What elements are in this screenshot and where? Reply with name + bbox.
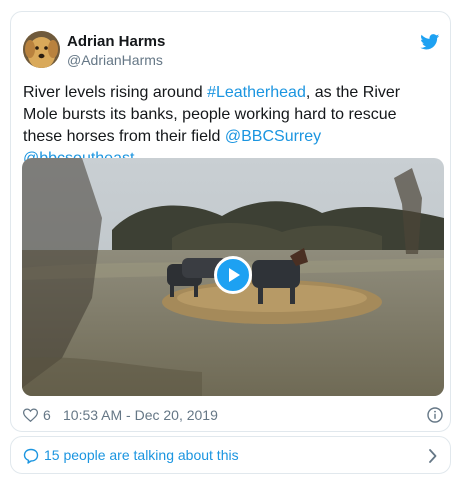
- conversation-link[interactable]: 15 people are talking about this: [10, 436, 451, 474]
- tweet-text-part: River levels rising around: [23, 84, 208, 101]
- play-icon: [229, 268, 240, 282]
- tweet-text: River levels rising around #Leatherhead,…: [23, 82, 433, 170]
- twitter-bird-icon[interactable]: [420, 34, 440, 50]
- author-handle[interactable]: @AdrianHarms: [67, 52, 163, 68]
- like-count[interactable]: 6: [43, 407, 51, 423]
- info-icon[interactable]: [427, 407, 443, 423]
- chevron-right-icon[interactable]: [428, 449, 437, 463]
- heart-icon[interactable]: [23, 408, 38, 422]
- avatar-dog-image: [23, 31, 60, 68]
- tweet-timestamp[interactable]: 10:53 AM - Dec 20, 2019: [63, 407, 218, 423]
- avatar[interactable]: [23, 31, 60, 68]
- mention-link-bbcsurrey[interactable]: @BBCSurrey: [225, 128, 321, 145]
- conversation-label[interactable]: 15 people are talking about this: [44, 447, 239, 463]
- speech-bubble-icon: [23, 448, 39, 464]
- tweet-card: Adrian Harms @AdrianHarms River levels r…: [10, 11, 451, 432]
- hashtag-link[interactable]: #Leatherhead: [207, 84, 306, 101]
- play-button[interactable]: [214, 256, 252, 294]
- author-name[interactable]: Adrian Harms: [67, 33, 165, 50]
- tweet-meta: 6 10:53 AM - Dec 20, 2019: [23, 407, 443, 425]
- video-thumbnail[interactable]: [22, 158, 444, 396]
